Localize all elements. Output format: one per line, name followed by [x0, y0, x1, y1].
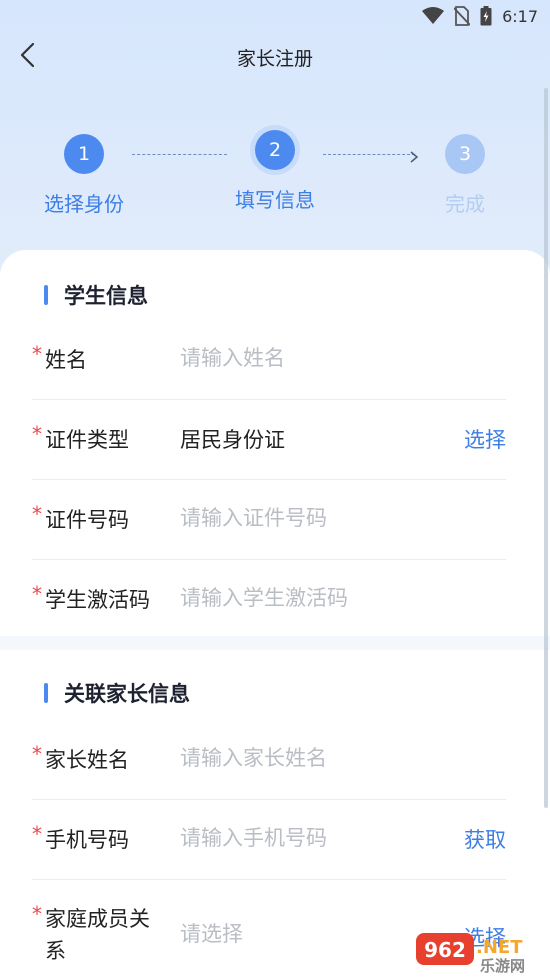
watermark-logo: 962 .NET 乐游网	[414, 931, 542, 975]
parent-name-input[interactable]	[180, 740, 440, 776]
step-2-label: 填写信息	[235, 188, 315, 212]
id-number-label: 证件号码	[45, 508, 129, 532]
parent-name-row: * 家长姓名	[32, 720, 506, 800]
battery-icon	[480, 6, 492, 26]
section-divider	[0, 636, 550, 650]
step-3: 3 完成	[400, 130, 530, 217]
step-2: 2 填写信息	[210, 125, 340, 213]
parent-section-title: 关联家长信息	[44, 678, 190, 708]
svg-text:乐游网: 乐游网	[480, 957, 525, 973]
required-mark: *	[32, 822, 42, 846]
svg-text:.NET: .NET	[476, 937, 523, 958]
scrollbar[interactable]	[544, 88, 548, 808]
status-bar: 6:17	[0, 0, 550, 32]
wifi-icon	[422, 7, 445, 25]
step-1-number: 1	[64, 134, 104, 174]
student-name-row: * 姓名	[32, 320, 506, 400]
phone-row: * 手机号码 获取	[32, 800, 506, 880]
id-type-select-button[interactable]: 选择	[464, 424, 506, 454]
step-1: 1 选择身份	[19, 130, 149, 217]
parent-section-title-text: 关联家长信息	[64, 682, 190, 706]
required-mark: *	[32, 902, 42, 926]
id-number-row: * 证件号码	[32, 480, 506, 560]
required-mark: *	[32, 582, 42, 606]
activation-code-input[interactable]	[180, 580, 440, 616]
phone-label: 手机号码	[45, 828, 129, 852]
required-mark: *	[32, 742, 42, 766]
student-section-title: 学生信息	[44, 280, 148, 310]
id-type-value: 居民身份证	[180, 428, 285, 452]
step-indicator: 1 选择身份 2 填写信息 3 完成	[0, 125, 550, 230]
page-title: 家长注册	[236, 48, 313, 70]
get-code-button[interactable]: 获取	[464, 824, 506, 854]
step-3-label: 完成	[445, 192, 485, 216]
id-type-label: 证件类型	[45, 428, 129, 452]
parent-name-label: 家长姓名	[45, 748, 129, 772]
phone-input[interactable]	[180, 820, 440, 856]
step-2-number: 2	[255, 130, 295, 170]
svg-text:962: 962	[424, 938, 466, 962]
step-2-ring: 2	[250, 125, 300, 175]
required-mark: *	[32, 422, 42, 446]
required-mark: *	[32, 342, 42, 366]
form-card: 学生信息 * 姓名 * 证件类型 居民身份证 选择 * 证件号码 * 学生激活码…	[0, 250, 550, 979]
status-time: 6:17	[502, 6, 538, 26]
nav-header: 家长注册	[0, 32, 550, 82]
required-mark: *	[32, 502, 42, 526]
step-3-number: 3	[445, 134, 485, 174]
activation-code-row: * 学生激活码	[32, 560, 506, 640]
relation-label: 家庭成员关系	[45, 907, 150, 963]
activation-code-label: 学生激活码	[45, 588, 150, 612]
no-sim-icon	[454, 6, 471, 26]
id-number-input[interactable]	[180, 500, 440, 536]
id-type-row[interactable]: * 证件类型 居民身份证 选择	[32, 400, 506, 480]
student-name-label: 姓名	[45, 348, 87, 372]
section-accent-bar	[44, 683, 48, 703]
relation-input[interactable]	[180, 916, 440, 952]
section-accent-bar	[44, 285, 48, 305]
student-section-title-text: 学生信息	[64, 284, 148, 308]
student-name-input[interactable]	[180, 340, 440, 376]
step-1-label: 选择身份	[44, 192, 124, 216]
